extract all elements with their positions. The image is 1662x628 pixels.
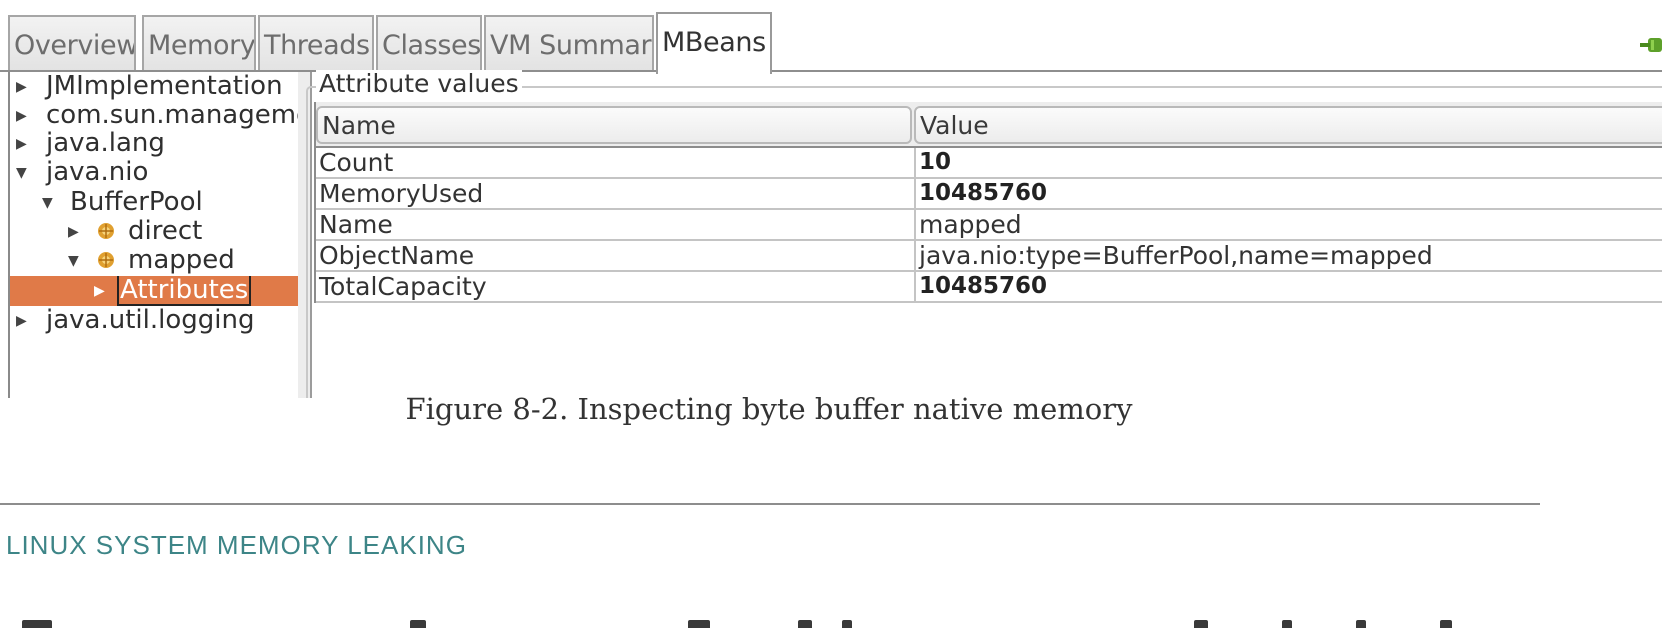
text-fragment — [1440, 620, 1452, 628]
tab-overview[interactable]: Overview — [8, 15, 136, 70]
column-header-value[interactable]: Value — [914, 106, 1662, 144]
tree-item-label: java.nio — [46, 158, 149, 187]
tree-item-label: java.util.logging — [46, 306, 255, 335]
attribute-value: mapped — [914, 210, 1662, 239]
table-row[interactable]: Count 10 — [316, 148, 1662, 179]
collapsed-arrow-icon[interactable]: ▶ — [16, 129, 27, 159]
figure-caption-text: Figure 8-2. Inspecting byte buffer nativ… — [405, 392, 1133, 426]
tree-item-java-util-logging[interactable]: ▶ java.util.logging — [10, 306, 304, 336]
attribute-value: 10 — [914, 148, 1662, 177]
attribute-value: java.nio:type=BufferPool,name=mapped — [914, 241, 1662, 270]
attribute-value: 10485760 — [914, 272, 1662, 301]
text-fragment — [22, 620, 52, 628]
expanded-arrow-icon[interactable]: ▼ — [68, 246, 79, 276]
collapsed-arrow-icon[interactable]: ▶ — [94, 276, 105, 306]
expanded-arrow-icon[interactable]: ▼ — [42, 188, 53, 218]
table-header: Name Value — [316, 102, 1662, 146]
mbean-icon — [98, 252, 114, 268]
table-row[interactable]: Name mapped — [316, 210, 1662, 241]
text-fragment — [1282, 620, 1292, 628]
tree-item-label: Attributes — [116, 276, 252, 306]
expanded-arrow-icon[interactable]: ▼ — [16, 158, 27, 188]
jconsole-screenshot: Overview Memory Threads Classes VM Summa… — [0, 0, 1662, 398]
mbean-tree: ▶ JMImplementation ▶ com.sun.manageme ▶ … — [8, 72, 308, 398]
tree-item-label: mapped — [128, 246, 235, 275]
attribute-name: TotalCapacity — [319, 272, 487, 301]
attribute-name: Name — [319, 210, 393, 239]
tree-item-com-sun-management[interactable]: ▶ com.sun.manageme — [10, 101, 304, 131]
tree-item-bufferpool[interactable]: ▼ BufferPool — [10, 188, 304, 218]
tab-vm-summary[interactable]: VM Summary — [484, 15, 654, 70]
attribute-name: Count — [319, 148, 394, 177]
table-row[interactable]: MemoryUsed 10485760 — [316, 179, 1662, 210]
section-heading: LINUX SYSTEM MEMORY LEAKING — [6, 530, 467, 560]
collapsed-arrow-icon[interactable]: ▶ — [16, 101, 27, 131]
tab-classes[interactable]: Classes — [376, 15, 482, 70]
tab-memory[interactable]: Memory — [142, 15, 256, 70]
tree-item-label: java.lang — [46, 129, 165, 158]
collapsed-arrow-icon[interactable]: ▶ — [68, 217, 79, 247]
text-fragment — [1194, 620, 1208, 628]
attribute-values-panel: Attribute values Name Value Count 10 Mem… — [306, 70, 1662, 398]
tree-item-label: direct — [128, 217, 203, 246]
connection-plug-icon[interactable] — [1638, 34, 1662, 56]
tree-item-label: com.sun.manageme — [46, 101, 304, 130]
section-divider — [0, 503, 1540, 505]
figure-caption: Figure 8-2. Inspecting byte buffer nativ… — [0, 392, 1662, 426]
tree-item-mapped[interactable]: ▼ mapped — [10, 246, 304, 276]
text-fragment — [1356, 620, 1366, 628]
mbean-icon — [98, 223, 114, 239]
text-fragment — [798, 620, 812, 628]
column-header-name[interactable]: Name — [316, 106, 912, 144]
tree-item-attributes[interactable]: ▶ Attributes — [10, 276, 304, 306]
table-row[interactable]: ObjectName java.nio:type=BufferPool,name… — [316, 241, 1662, 272]
collapsed-arrow-icon[interactable]: ▶ — [16, 72, 27, 102]
tab-bar: Overview Memory Threads Classes VM Summa… — [0, 12, 1662, 74]
tree-item-java-lang[interactable]: ▶ java.lang — [10, 129, 304, 159]
tree-item-label: JMImplementation — [46, 72, 283, 101]
table-row[interactable]: TotalCapacity 10485760 — [316, 272, 1662, 303]
attribute-name: ObjectName — [319, 241, 475, 270]
cut-off-paragraph-line — [0, 612, 1540, 628]
attributes-table: Name Value Count 10 MemoryUsed 10485760 … — [314, 102, 1662, 303]
tree-item-java-nio[interactable]: ▼ java.nio — [10, 158, 304, 188]
panel-title: Attribute values — [316, 70, 522, 98]
table-body: Count 10 MemoryUsed 10485760 Name mapped… — [316, 146, 1662, 303]
tree-item-label: BufferPool — [70, 188, 203, 217]
tab-threads[interactable]: Threads — [258, 15, 374, 70]
text-fragment — [688, 620, 710, 628]
tree-item-direct[interactable]: ▶ direct — [10, 217, 304, 247]
attribute-value: 10485760 — [914, 179, 1662, 208]
text-fragment — [410, 620, 426, 628]
collapsed-arrow-icon[interactable]: ▶ — [16, 306, 27, 336]
tree-item-jmimplementation[interactable]: ▶ JMImplementation — [10, 72, 304, 102]
attribute-name: MemoryUsed — [319, 179, 484, 208]
text-fragment — [842, 620, 852, 628]
tab-mbeans[interactable]: MBeans — [656, 12, 772, 74]
